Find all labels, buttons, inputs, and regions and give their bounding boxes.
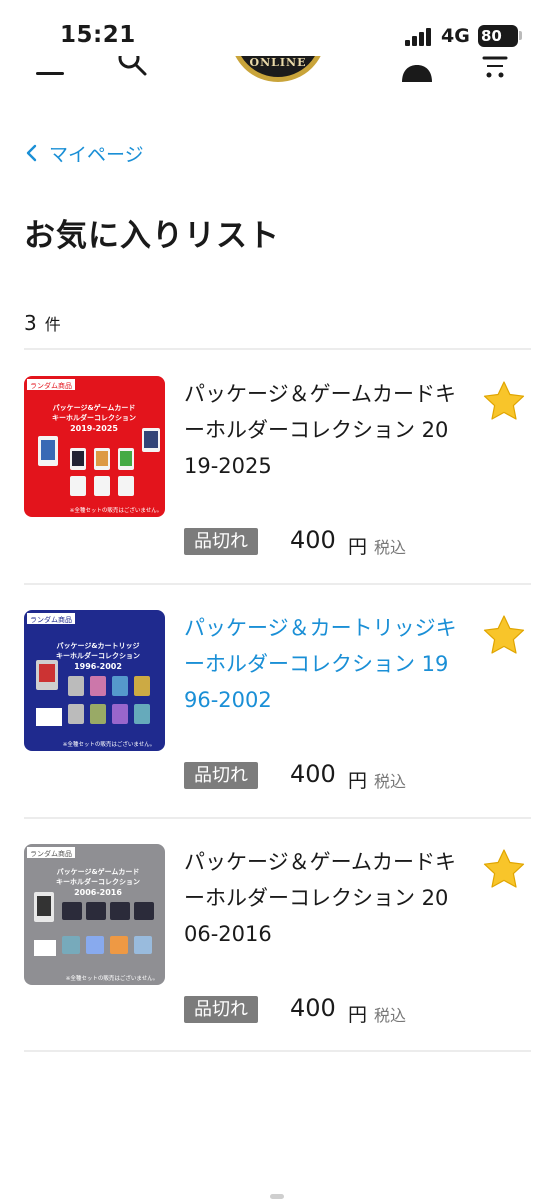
result-count-unit: 件 xyxy=(44,315,61,334)
page-title: お気に入りリスト xyxy=(24,218,280,254)
svg-text:キーホルダーコレクション: キーホルダーコレクション xyxy=(52,413,136,422)
favorite-item: ランダム商品 パッケージ&カートリッジ キーホルダーコレクション 1996-20… xyxy=(24,610,531,842)
product-image: ランダム商品 パッケージ&ゲームカード キーホルダーコレクション 2019-20… xyxy=(24,376,165,517)
breadcrumb-label: マイページ xyxy=(49,143,144,166)
tax-label: 税込 xyxy=(374,538,407,557)
favorite-star-icon[interactable] xyxy=(482,848,526,890)
search-icon[interactable] xyxy=(118,56,148,78)
svg-text:2019-2025: 2019-2025 xyxy=(70,424,118,433)
favorite-star-icon[interactable] xyxy=(482,614,526,656)
product-title-link[interactable]: パッケージ＆ゲームカードキーホルダーコレクション 2006-2016 xyxy=(184,844,459,952)
breadcrumb-mypage-link[interactable]: マイページ xyxy=(24,138,144,168)
svg-text:ランダム商品: ランダム商品 xyxy=(30,849,72,858)
svg-text:キーホルダーコレクション: キーホルダーコレクション xyxy=(56,651,140,660)
site-logo[interactable]: ONLINE xyxy=(230,56,326,82)
svg-text:1996-2002: 1996-2002 xyxy=(74,662,122,671)
battery-cap xyxy=(519,31,522,40)
price-value: 400 xyxy=(290,994,336,1022)
svg-text:パッケージ&ゲームカード: パッケージ&ゲームカード xyxy=(57,867,140,876)
svg-text:パッケージ&カートリッジ: パッケージ&カートリッジ xyxy=(57,641,140,650)
price-currency: 円 xyxy=(348,770,368,792)
price-value: 400 xyxy=(290,760,336,788)
logo-text: ONLINE xyxy=(249,56,307,69)
result-count-number: 3 xyxy=(24,311,37,335)
divider xyxy=(24,817,531,819)
chevron-left-icon xyxy=(26,144,37,162)
divider xyxy=(24,583,531,585)
product-thumbnail[interactable]: ランダム商品 パッケージ&ゲームカード キーホルダーコレクション 2006-20… xyxy=(24,844,165,985)
favorite-item: ランダム商品 パッケージ&ゲームカード キーホルダーコレクション 2019-20… xyxy=(24,376,531,608)
svg-text:※全種セットの販売はございません。: ※全種セットの販売はございません。 xyxy=(66,974,158,982)
result-count: 3件 xyxy=(24,311,61,335)
battery-level: 80 xyxy=(481,27,502,45)
network-label: 4G xyxy=(441,25,470,47)
svg-text:※全種セットの販売はございません。: ※全種セットの販売はございません。 xyxy=(70,506,162,514)
status-time: 15:21 xyxy=(60,22,136,48)
menu-icon[interactable] xyxy=(36,72,64,75)
product-thumbnail[interactable]: ランダム商品 パッケージ&ゲームカード キーホルダーコレクション 2019-20… xyxy=(24,376,165,517)
favorite-item: ランダム商品 パッケージ&ゲームカード キーホルダーコレクション 2006-20… xyxy=(24,844,531,1076)
battery-icon: 80 xyxy=(478,25,518,47)
svg-text:ランダム商品: ランダム商品 xyxy=(30,615,72,624)
svg-text:※全種セットの販売はございません。: ※全種セットの販売はございません。 xyxy=(63,740,155,748)
svg-text:パッケージ&ゲームカード: パッケージ&ゲームカード xyxy=(53,403,136,412)
svg-text:ランダム商品: ランダム商品 xyxy=(30,381,72,390)
product-title-link[interactable]: パッケージ＆ゲームカードキーホルダーコレクション 2019-2025 xyxy=(184,376,459,484)
svg-text:2006-2016: 2006-2016 xyxy=(74,888,122,897)
tax-label: 税込 xyxy=(374,1006,407,1025)
product-image: ランダム商品 パッケージ&ゲームカード キーホルダーコレクション 2006-20… xyxy=(24,844,165,985)
site-header: ONLINE xyxy=(0,56,554,82)
price-currency: 円 xyxy=(348,1004,368,1026)
home-indicator xyxy=(270,1194,284,1199)
divider xyxy=(24,1050,531,1052)
sold-out-badge: 品切れ xyxy=(184,528,258,555)
sold-out-badge: 品切れ xyxy=(184,762,258,789)
favorite-star-icon[interactable] xyxy=(482,380,526,422)
product-image: ランダム商品 パッケージ&カートリッジ キーホルダーコレクション 1996-20… xyxy=(24,610,165,751)
account-icon[interactable] xyxy=(401,60,433,82)
product-thumbnail[interactable]: ランダム商品 パッケージ&カートリッジ キーホルダーコレクション 1996-20… xyxy=(24,610,165,751)
cart-icon[interactable] xyxy=(482,56,508,78)
signal-icon xyxy=(405,28,433,46)
sold-out-badge: 品切れ xyxy=(184,996,258,1023)
tax-label: 税込 xyxy=(374,772,407,791)
product-title-link[interactable]: パッケージ＆カートリッジキーホルダーコレクション 1996-2002 xyxy=(184,610,459,718)
divider xyxy=(24,348,531,350)
status-bar: 15:21 4G 80 xyxy=(0,0,554,62)
price-currency: 円 xyxy=(348,536,368,558)
svg-text:キーホルダーコレクション: キーホルダーコレクション xyxy=(56,877,140,886)
price-value: 400 xyxy=(290,526,336,554)
